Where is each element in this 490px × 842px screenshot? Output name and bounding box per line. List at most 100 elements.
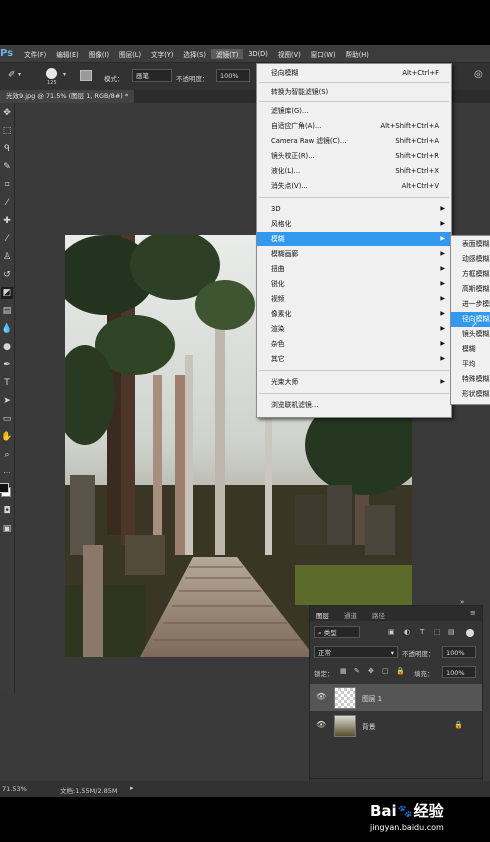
dodge-tool-icon[interactable]: ● bbox=[1, 341, 13, 353]
layer-row-selected[interactable]: 👁 图层 1 bbox=[310, 684, 482, 711]
document-tab[interactable]: 光效9.jpg @ 71.5% (图层 1, RGB/8#) * bbox=[0, 90, 135, 103]
filter-menu-item[interactable]: 杂色 ▶ bbox=[257, 337, 451, 351]
blur-submenu-item[interactable]: 形状模糊... bbox=[451, 387, 490, 402]
panel-menu-icon[interactable]: ≡ bbox=[470, 609, 476, 617]
layer-row[interactable]: 👁 背景 🔒 bbox=[310, 712, 482, 739]
tablet-pressure-icon[interactable]: ◎ bbox=[474, 69, 483, 80]
hand-tool-icon[interactable]: ✋ bbox=[1, 431, 13, 443]
opacity-input[interactable]: 100% bbox=[216, 69, 250, 82]
blur-submenu-item[interactable]: 动感模糊... bbox=[451, 252, 490, 267]
gradient-tool-icon[interactable]: ▤ bbox=[1, 305, 13, 317]
menu-edit[interactable]: 编辑(E) bbox=[51, 49, 84, 59]
stamp-tool-icon[interactable]: ♙ bbox=[1, 251, 13, 263]
filter-menu-item[interactable]: 扭曲 ▶ bbox=[257, 262, 451, 276]
type-tool-icon[interactable]: T bbox=[1, 377, 13, 389]
filter-smart-object-icon[interactable]: ▤ bbox=[448, 628, 455, 636]
filter-menu-item[interactable]: Camera Raw 滤镜(C)... Shift+Ctrl+A bbox=[257, 134, 451, 148]
pen-tool-icon[interactable]: ✒ bbox=[1, 359, 13, 371]
brush-preview-icon[interactable] bbox=[46, 68, 57, 79]
filter-menu-item[interactable]: 液化(L)... Shift+Ctrl+X bbox=[257, 164, 451, 178]
menu-type[interactable]: 文字(Y) bbox=[146, 49, 178, 59]
lock-all-icon[interactable]: 🔒 bbox=[396, 667, 405, 675]
menu-help[interactable]: 帮助(H) bbox=[341, 49, 374, 59]
blur-submenu-item[interactable]: 镜头模糊... bbox=[451, 327, 490, 342]
blur-submenu-item[interactable]: 高斯模糊... bbox=[451, 282, 490, 297]
quick-select-tool-icon[interactable]: ✎ bbox=[1, 161, 13, 173]
menu-view[interactable]: 视图(V) bbox=[273, 49, 306, 59]
chevron-right-icon[interactable]: ▸ bbox=[130, 784, 134, 792]
brush-tool-icon[interactable]: ⁄ bbox=[1, 233, 13, 245]
filter-menu-item[interactable]: 径向模糊 Alt+Ctrl+F bbox=[257, 66, 451, 80]
filter-menu-item[interactable]: 其它 ▶ bbox=[257, 352, 451, 366]
blend-mode-select[interactable]: 正常 ▾ bbox=[314, 646, 398, 658]
layer-filter-select[interactable]: ⌕ 类型 bbox=[314, 626, 360, 638]
zoom-level[interactable]: 71.53% bbox=[2, 785, 27, 793]
healing-tool-icon[interactable]: ✚ bbox=[1, 215, 13, 227]
crop-tool-icon[interactable]: ⌗ bbox=[1, 179, 13, 191]
blur-submenu-item[interactable]: 平均 bbox=[451, 357, 490, 372]
screen-mode-icon[interactable]: ▣ bbox=[1, 523, 13, 535]
menu-filter[interactable]: 滤镜(T) bbox=[210, 48, 244, 59]
lock-position-icon[interactable]: ✥ bbox=[368, 667, 374, 675]
lasso-tool-icon[interactable]: ᑫ bbox=[1, 143, 13, 155]
eyedropper-tool-icon[interactable]: ⁄ bbox=[1, 197, 13, 209]
marquee-tool-icon[interactable]: ⬚ bbox=[1, 125, 13, 137]
lock-artboard-icon[interactable]: ▢ bbox=[382, 667, 389, 675]
filter-menu-item[interactable]: 浏览联机滤镜... bbox=[257, 398, 451, 412]
filter-menu-item[interactable]: 像素化 ▶ bbox=[257, 307, 451, 321]
blur-tool-icon[interactable]: 💧 bbox=[1, 323, 13, 335]
collapse-panel-icon[interactable]: » bbox=[460, 598, 464, 606]
eye-icon[interactable]: 👁 bbox=[316, 693, 326, 701]
filter-menu-item[interactable]: 自适应广角(A)... Alt+Shift+Ctrl+A bbox=[257, 119, 451, 133]
filter-menu-item[interactable]: 锐化 ▶ bbox=[257, 277, 451, 291]
filter-menu-item[interactable]: 风格化 ▶ bbox=[257, 217, 451, 231]
shape-tool-icon[interactable]: ▭ bbox=[1, 413, 13, 425]
blur-submenu-item[interactable]: 方框模糊... bbox=[451, 267, 490, 282]
mode-select[interactable]: 画笔 bbox=[132, 69, 172, 82]
more-tools-icon[interactable]: ··· bbox=[1, 467, 13, 479]
fill-input[interactable]: 100% bbox=[442, 666, 476, 678]
filter-menu-item[interactable]: 消失点(V)... Alt+Ctrl+V bbox=[257, 179, 451, 193]
filter-type-icon[interactable]: T bbox=[420, 628, 424, 636]
filter-menu-item[interactable]: 3D ▶ bbox=[257, 202, 451, 216]
menu-window[interactable]: 窗口(W) bbox=[306, 49, 341, 59]
eraser-tool-icon[interactable]: ◩ bbox=[1, 287, 13, 299]
menu-3d[interactable]: 3D(D) bbox=[243, 50, 273, 58]
tab-paths[interactable]: 路径 bbox=[372, 610, 385, 620]
lock-transparent-icon[interactable]: ▦ bbox=[340, 667, 347, 675]
layer-opacity-input[interactable]: 100% bbox=[442, 646, 476, 658]
filter-shape-icon[interactable]: ⬚ bbox=[434, 628, 441, 636]
eye-icon[interactable]: 👁 bbox=[316, 721, 326, 729]
layer-name[interactable]: 图层 1 bbox=[362, 693, 382, 703]
blur-submenu-item[interactable]: 特殊模糊... bbox=[451, 372, 490, 387]
brush-panel-toggle-icon[interactable] bbox=[80, 70, 92, 81]
tab-channels[interactable]: 通道 bbox=[344, 610, 357, 620]
filter-menu-item[interactable]: 滤镜库(G)... bbox=[257, 104, 451, 118]
filter-menu-item[interactable]: 镜头校正(R)... Shift+Ctrl+R bbox=[257, 149, 451, 163]
filter-toggle-icon[interactable] bbox=[466, 629, 474, 637]
eraser-tool-icon[interactable]: ✐ bbox=[8, 70, 16, 80]
filter-pixel-icon[interactable]: ▣ bbox=[388, 628, 395, 636]
zoom-tool-icon[interactable]: ⌕ bbox=[1, 449, 13, 461]
blur-submenu-item[interactable]: 进一步模糊 bbox=[451, 297, 490, 312]
move-tool-icon[interactable]: ✥ bbox=[1, 107, 13, 119]
filter-adjustment-icon[interactable]: ◐ bbox=[404, 628, 410, 636]
quick-mask-icon[interactable]: ◘ bbox=[1, 505, 13, 517]
foreground-color-swatch[interactable] bbox=[0, 483, 9, 493]
chevron-down-icon[interactable]: ▾ bbox=[63, 71, 66, 78]
filter-menu-item-blur[interactable]: 模糊 ▶ bbox=[257, 232, 451, 246]
filter-menu-item[interactable]: 转换为智能滤镜(S) bbox=[257, 85, 451, 99]
path-select-tool-icon[interactable]: ➤ bbox=[1, 395, 13, 407]
menu-file[interactable]: 文件(F) bbox=[19, 49, 51, 59]
blur-submenu-item[interactable]: 表面模糊... bbox=[451, 237, 490, 252]
layer-name[interactable]: 背景 bbox=[362, 721, 376, 731]
filter-menu-item[interactable]: 光束大师 ▶ bbox=[257, 375, 451, 389]
filter-menu-item[interactable]: 视频 ▶ bbox=[257, 292, 451, 306]
history-brush-tool-icon[interactable]: ↺ bbox=[1, 269, 13, 281]
chevron-down-icon[interactable]: ▾ bbox=[18, 71, 21, 78]
lock-pixels-icon[interactable]: ✎ bbox=[354, 667, 360, 675]
blur-submenu-item[interactable]: 模糊 bbox=[451, 342, 490, 357]
filter-menu-item[interactable]: 模糊画廊 ▶ bbox=[257, 247, 451, 261]
tab-layers[interactable]: 图层 bbox=[316, 610, 329, 620]
menu-select[interactable]: 选择(S) bbox=[178, 49, 211, 59]
